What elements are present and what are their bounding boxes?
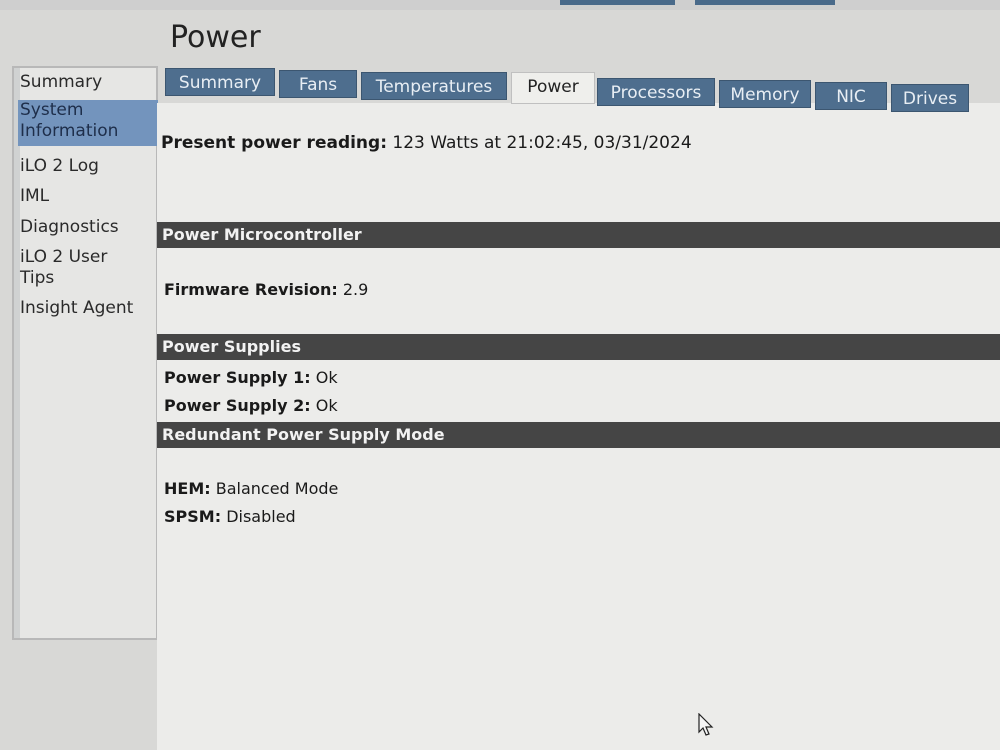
sidebar-item-insight-agent[interactable]: Insight Agent bbox=[20, 298, 133, 319]
sidebar-item-ilo2-user-tips[interactable]: iLO 2 User Tips bbox=[20, 247, 130, 289]
present-power-value: 123 Watts at 21:02:45, 03/31/2024 bbox=[392, 133, 692, 153]
tab-nic[interactable]: NIC bbox=[815, 82, 887, 110]
sidebar-item-ilo2-log[interactable]: iLO 2 Log bbox=[20, 156, 99, 177]
power-supply-label: Power Supply 2: bbox=[164, 396, 311, 415]
tab-memory[interactable]: Memory bbox=[719, 80, 811, 108]
power-supply-status: Ok bbox=[315, 368, 338, 387]
firmware-revision-row: Firmware Revision: 2.9 bbox=[164, 280, 368, 299]
hem-label: HEM: bbox=[164, 479, 211, 498]
tab-summary[interactable]: Summary bbox=[165, 68, 275, 96]
sidebar-item-summary[interactable]: Summary bbox=[20, 72, 102, 93]
sidebar-item-diagnostics[interactable]: Diagnostics bbox=[20, 217, 119, 238]
sidebar-item-system-information[interactable]: System Information bbox=[18, 100, 158, 146]
browser-top-strip bbox=[0, 0, 1000, 10]
page-title: Power bbox=[170, 20, 261, 55]
power-supply-row: Power Supply 1: Ok bbox=[164, 368, 338, 387]
spsm-value: Disabled bbox=[226, 507, 296, 526]
hem-value: Balanced Mode bbox=[215, 479, 339, 498]
section-header-power-supplies: Power Supplies bbox=[157, 334, 1000, 360]
power-supply-row: Power Supply 2: Ok bbox=[164, 396, 338, 415]
firmware-revision-value: 2.9 bbox=[342, 280, 369, 299]
tab-drives[interactable]: Drives bbox=[891, 84, 969, 112]
section-header-redundant-mode: Redundant Power Supply Mode bbox=[157, 422, 1000, 448]
section-header-power-microcontroller: Power Microcontroller bbox=[157, 222, 1000, 248]
sidebar-item-iml[interactable]: IML bbox=[20, 186, 49, 207]
spsm-row: SPSM: Disabled bbox=[164, 507, 296, 526]
tab-processors[interactable]: Processors bbox=[597, 78, 715, 106]
tab-power[interactable]: Power bbox=[511, 72, 595, 104]
present-power-label: Present power reading: bbox=[161, 133, 388, 153]
top-button[interactable] bbox=[560, 0, 675, 5]
sidebar-item-label: System Information bbox=[20, 100, 119, 141]
power-supply-label: Power Supply 1: bbox=[164, 368, 311, 387]
top-button[interactable] bbox=[695, 0, 835, 5]
mouse-cursor-icon bbox=[698, 713, 714, 736]
present-power-reading: Present power reading: 123 Watts at 21:0… bbox=[161, 133, 692, 153]
tab-fans[interactable]: Fans bbox=[279, 70, 357, 98]
power-supply-status: Ok bbox=[315, 396, 338, 415]
sidebar-nav: Summary System Information iLO 2 Log IML… bbox=[12, 66, 158, 640]
firmware-revision-label: Firmware Revision: bbox=[164, 280, 338, 299]
spsm-label: SPSM: bbox=[164, 507, 222, 526]
tab-temperatures[interactable]: Temperatures bbox=[361, 72, 507, 100]
hem-row: HEM: Balanced Mode bbox=[164, 479, 338, 498]
